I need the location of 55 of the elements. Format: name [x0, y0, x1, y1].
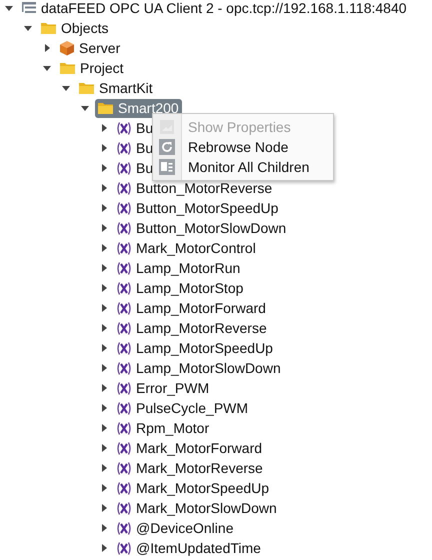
tree-item[interactable]: Button_MotorSpeedUp [114, 198, 282, 218]
tree-item[interactable]: Mark_MotorForward [114, 438, 266, 458]
variable-icon [116, 240, 132, 256]
tree-item[interactable]: PulseCycle_PWM [114, 398, 252, 418]
tree-item[interactable]: Button_MotorSlowDown [114, 218, 290, 238]
monitor-icon [159, 159, 175, 175]
tree-item[interactable]: @ItemUpdatedTime [114, 538, 264, 558]
tree-item[interactable]: SmartKit [76, 78, 156, 98]
tree-item[interactable]: Lamp_MotorSpeedUp [114, 338, 276, 358]
refresh-icon [159, 139, 175, 155]
tree-item[interactable]: Lamp_MotorRun [114, 258, 244, 278]
tree-item[interactable]: Smart200 [95, 98, 182, 118]
tree-item[interactable]: Lamp_MotorStop [114, 278, 246, 298]
variable-icon [116, 160, 132, 176]
tree-item[interactable]: Button_MotorReverse [114, 178, 276, 198]
variable-icon [116, 540, 132, 556]
folder-icon [40, 21, 57, 35]
tree-item[interactable]: Mark_MotorControl [114, 238, 259, 258]
variable-icon [116, 140, 132, 156]
cube-icon [59, 40, 75, 56]
variable-icon [116, 460, 132, 476]
tree-item[interactable]: Mark_MotorReverse [114, 458, 266, 478]
server-tree-icon [21, 1, 37, 15]
variable-icon [116, 420, 132, 436]
variable-icon [116, 200, 132, 216]
variable-icon [116, 440, 132, 456]
folder-icon [97, 101, 114, 115]
variable-icon [116, 180, 132, 196]
variable-icon [116, 360, 132, 376]
variable-icon [116, 480, 132, 496]
variable-icon [116, 520, 132, 536]
folder-icon [59, 61, 76, 75]
tree-item[interactable]: Lamp_MotorForward [114, 298, 269, 318]
folder-icon [78, 81, 95, 95]
tree-item[interactable]: Mark_MotorSpeedUp [114, 478, 272, 498]
variable-icon [116, 340, 132, 356]
variable-icon [116, 500, 132, 516]
variable-icon [116, 300, 132, 316]
tree-item[interactable]: Project [57, 58, 127, 78]
variable-icon [116, 260, 132, 276]
variable-icon [116, 400, 132, 416]
tree-item[interactable]: Mark_MotorSlowDown [114, 498, 280, 518]
variable-icon [116, 380, 132, 396]
tree-item[interactable]: Objects [38, 18, 112, 38]
variable-icon [116, 120, 132, 136]
tree-item[interactable]: Rpm_Motor [114, 418, 212, 438]
tree-item[interactable]: @DeviceOnline [114, 518, 236, 538]
tree-item[interactable]: dataFEED OPC UA Client 2 - opc.tcp://192.168.1.118:4840 [19, 0, 410, 18]
variable-icon [116, 220, 132, 236]
variable-icon [116, 280, 132, 296]
tree-item[interactable]: Server [57, 38, 124, 58]
tree-item[interactable]: Error_PWM [114, 378, 212, 398]
tree-item[interactable]: Lamp_MotorReverse [114, 318, 270, 338]
variable-icon [116, 320, 132, 336]
tree-item[interactable]: Lamp_MotorSlowDown [114, 358, 284, 378]
